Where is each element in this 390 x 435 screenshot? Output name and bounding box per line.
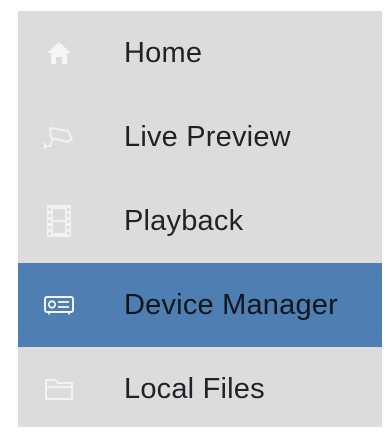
navigation-panel: Home Live Preview Playback Device Manage… [18,11,382,427]
menu-item-label: Device Manager [124,288,338,321]
home-icon [36,33,82,73]
menu-item-label: Home [124,36,203,69]
menu-item-live-preview[interactable]: Live Preview [18,95,382,179]
film-icon [36,201,82,241]
menu-item-device-manager[interactable]: Device Manager [18,263,382,347]
menu-item-label: Live Preview [124,120,291,153]
menu-item-playback[interactable]: Playback [18,179,382,263]
menu-item-label: Local Files [124,372,265,405]
menu-item-label: Playback [124,204,244,237]
menu-item-local-files[interactable]: Local Files [18,347,382,431]
navigation-menu: Home Live Preview Playback Device Manage… [18,11,382,431]
camera-icon [36,117,82,157]
device-icon [36,285,82,325]
menu-item-home[interactable]: Home [18,11,382,95]
folder-icon [36,369,82,409]
